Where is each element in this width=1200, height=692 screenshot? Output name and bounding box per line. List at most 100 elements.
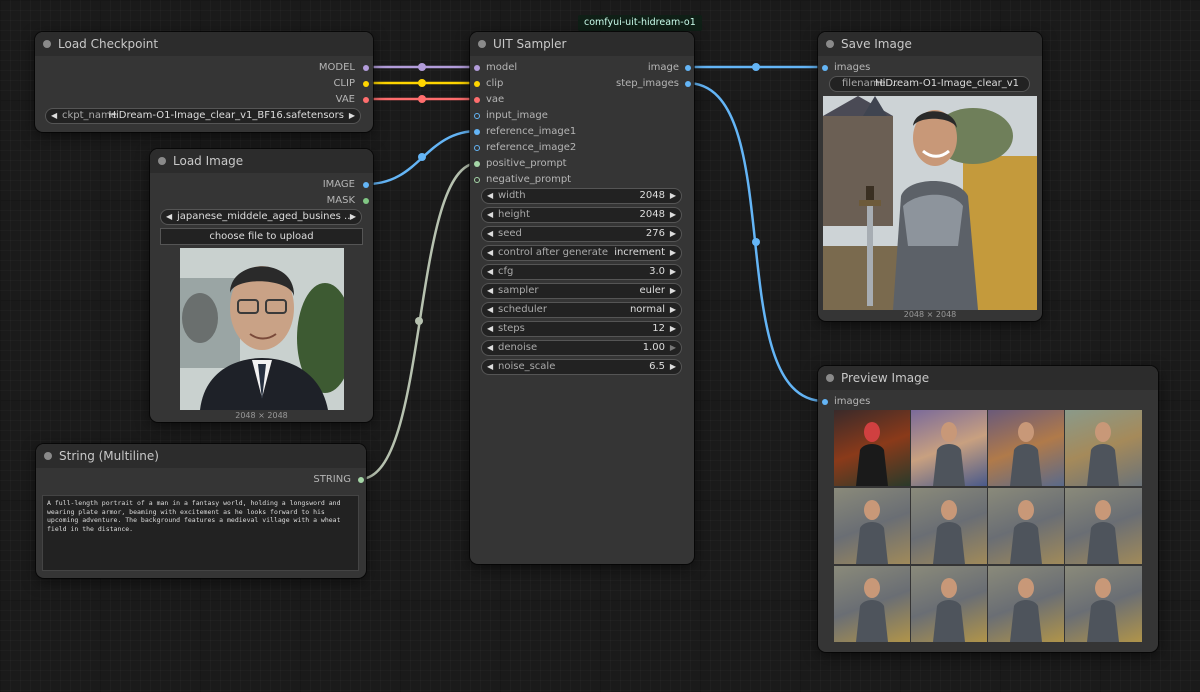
collapse-dot-icon[interactable]	[44, 452, 52, 460]
right-arrow-icon[interactable]: ▶	[670, 246, 676, 260]
left-arrow-icon[interactable]: ◀	[487, 208, 493, 222]
right-arrow-icon[interactable]: ▶	[670, 341, 676, 355]
uit-sampler-title-bar[interactable]: UIT Sampler	[470, 32, 694, 56]
collapse-dot-icon[interactable]	[826, 374, 834, 382]
input-negative-prompt-dot-icon[interactable]	[474, 177, 480, 183]
load-image-title-bar[interactable]: Load Image	[150, 149, 373, 173]
control-after-generate-widget[interactable]: ◀ control after generate increment ▶	[481, 245, 682, 261]
input-preview-images-dot-icon[interactable]	[822, 399, 828, 405]
input-save-images-dot-icon[interactable]	[822, 65, 828, 71]
left-arrow-icon[interactable]: ◀	[487, 284, 493, 298]
filename-prefix-widget[interactable]: filename ... HiDream-O1-Image_clear_v1	[829, 76, 1030, 92]
input-input-image[interactable]: input_image	[474, 109, 548, 123]
output-sampler-image[interactable]: image	[648, 61, 691, 75]
height-widget[interactable]: ◀ height 2048 ▶	[481, 207, 682, 223]
output-sampler-image-dot-icon[interactable]	[685, 65, 691, 71]
input-vae[interactable]: vae	[474, 93, 504, 107]
right-arrow-icon[interactable]: ▶	[670, 265, 676, 279]
input-model-dot-icon[interactable]	[474, 65, 480, 71]
right-arrow-icon[interactable]: ▶	[670, 227, 676, 241]
right-arrow-icon[interactable]: ▶	[670, 360, 676, 374]
input-vae-dot-icon[interactable]	[474, 97, 480, 103]
left-arrow-icon[interactable]: ◀	[487, 360, 493, 374]
input-reference-image1[interactable]: reference_image1	[474, 125, 576, 139]
left-arrow-icon[interactable]: ◀	[487, 246, 493, 260]
step-image-10[interactable]	[911, 566, 987, 642]
input-reference-image1-dot-icon[interactable]	[474, 129, 480, 135]
prompt-textarea[interactable]: A full-length portrait of a man in a fan…	[42, 495, 359, 571]
right-arrow-icon[interactable]: ▶	[670, 303, 676, 317]
steps-widget[interactable]: ◀ steps 12 ▶	[481, 321, 682, 337]
step-image-2[interactable]	[911, 410, 987, 486]
input-positive-prompt[interactable]: positive_prompt	[474, 157, 567, 171]
seed-widget[interactable]: ◀ seed 276 ▶	[481, 226, 682, 242]
sampler-name-widget[interactable]: ◀ sampler euler ▶	[481, 283, 682, 299]
string-multiline-title-bar[interactable]: String (Multiline)	[36, 444, 366, 468]
step-image-4[interactable]	[1065, 410, 1142, 486]
image-file-widget[interactable]: ◀ japanese_middele_aged_busines ... ▶	[160, 209, 362, 225]
right-arrow-icon[interactable]: ▶	[349, 109, 355, 123]
output-image-dot-icon[interactable]	[363, 182, 369, 188]
collapse-dot-icon[interactable]	[43, 40, 51, 48]
load-image-node[interactable]: Load Image IMAGE MASK ◀ japanese_middele…	[150, 149, 373, 422]
left-arrow-icon[interactable]: ◀	[487, 303, 493, 317]
output-mask-dot-icon[interactable]	[363, 198, 369, 204]
left-arrow-icon[interactable]: ◀	[487, 322, 493, 336]
output-image[interactable]: IMAGE	[323, 178, 369, 192]
collapse-dot-icon[interactable]	[478, 40, 486, 48]
denoise-widget[interactable]: ◀ denoise 1.00 ▶	[481, 340, 682, 356]
save-image-title-bar[interactable]: Save Image	[818, 32, 1042, 56]
step-image-7[interactable]	[988, 488, 1064, 564]
preview-image-title-bar[interactable]: Preview Image	[818, 366, 1158, 390]
output-mask[interactable]: MASK	[327, 194, 369, 208]
left-arrow-icon[interactable]: ◀	[487, 189, 493, 203]
cfg-widget[interactable]: ◀ cfg 3.0 ▶	[481, 264, 682, 280]
output-model[interactable]: MODEL	[319, 61, 369, 75]
ckpt-name-widget[interactable]: ◀ ckpt_name HiDream-O1-Image_clear_v1_BF…	[45, 108, 361, 124]
load-checkpoint-node[interactable]: Load Checkpoint MODEL CLIP VAE ◀ ckpt_na…	[35, 32, 373, 132]
step-image-6[interactable]	[911, 488, 987, 564]
input-reference-image2-dot-icon[interactable]	[474, 145, 480, 151]
load-checkpoint-title-bar[interactable]: Load Checkpoint	[35, 32, 373, 56]
step-image-9[interactable]	[834, 566, 910, 642]
output-string[interactable]: STRING	[313, 473, 364, 487]
output-vae[interactable]: VAE	[336, 93, 369, 107]
output-string-dot-icon[interactable]	[358, 477, 364, 483]
right-arrow-icon[interactable]: ▶	[670, 189, 676, 203]
group-label[interactable]: comfyui-uit-hidream-o1	[578, 15, 702, 31]
output-clip-dot-icon[interactable]	[363, 81, 369, 87]
output-model-dot-icon[interactable]	[363, 65, 369, 71]
output-vae-dot-icon[interactable]	[363, 97, 369, 103]
step-image-3[interactable]	[988, 410, 1064, 486]
step-image-12[interactable]	[1065, 566, 1142, 642]
left-arrow-icon[interactable]: ◀	[487, 227, 493, 241]
input-preview-images[interactable]: images	[822, 395, 870, 409]
left-arrow-icon[interactable]: ◀	[51, 109, 57, 123]
step-image-1[interactable]	[834, 410, 910, 486]
uit-sampler-node[interactable]: UIT Sampler model clip vae input_image r…	[470, 32, 694, 564]
noise-scale-widget[interactable]: ◀ noise_scale 6.5 ▶	[481, 359, 682, 375]
collapse-dot-icon[interactable]	[826, 40, 834, 48]
choose-file-button[interactable]: choose file to upload	[160, 228, 363, 245]
preview-image-node[interactable]: Preview Image images	[818, 366, 1158, 652]
input-reference-image2[interactable]: reference_image2	[474, 141, 576, 155]
input-input-image-dot-icon[interactable]	[474, 113, 480, 119]
output-step-images-dot-icon[interactable]	[685, 81, 691, 87]
string-multiline-node[interactable]: String (Multiline) STRING A full-length …	[36, 444, 366, 578]
step-image-11[interactable]	[988, 566, 1064, 642]
right-arrow-icon[interactable]: ▶	[670, 322, 676, 336]
input-model[interactable]: model	[474, 61, 517, 75]
collapse-dot-icon[interactable]	[158, 157, 166, 165]
input-negative-prompt[interactable]: negative_prompt	[474, 173, 571, 187]
input-positive-prompt-dot-icon[interactable]	[474, 161, 480, 167]
right-arrow-icon[interactable]: ▶	[670, 208, 676, 222]
right-arrow-icon[interactable]: ▶	[350, 210, 356, 224]
left-arrow-icon[interactable]: ◀	[487, 341, 493, 355]
input-clip-dot-icon[interactable]	[474, 81, 480, 87]
scheduler-widget[interactable]: ◀ scheduler normal ▶	[481, 302, 682, 318]
left-arrow-icon[interactable]: ◀	[487, 265, 493, 279]
output-clip[interactable]: CLIP	[333, 77, 369, 91]
output-step-images[interactable]: step_images	[616, 77, 691, 91]
save-image-node[interactable]: Save Image images filename ... HiDream-O…	[818, 32, 1042, 321]
right-arrow-icon[interactable]: ▶	[670, 284, 676, 298]
